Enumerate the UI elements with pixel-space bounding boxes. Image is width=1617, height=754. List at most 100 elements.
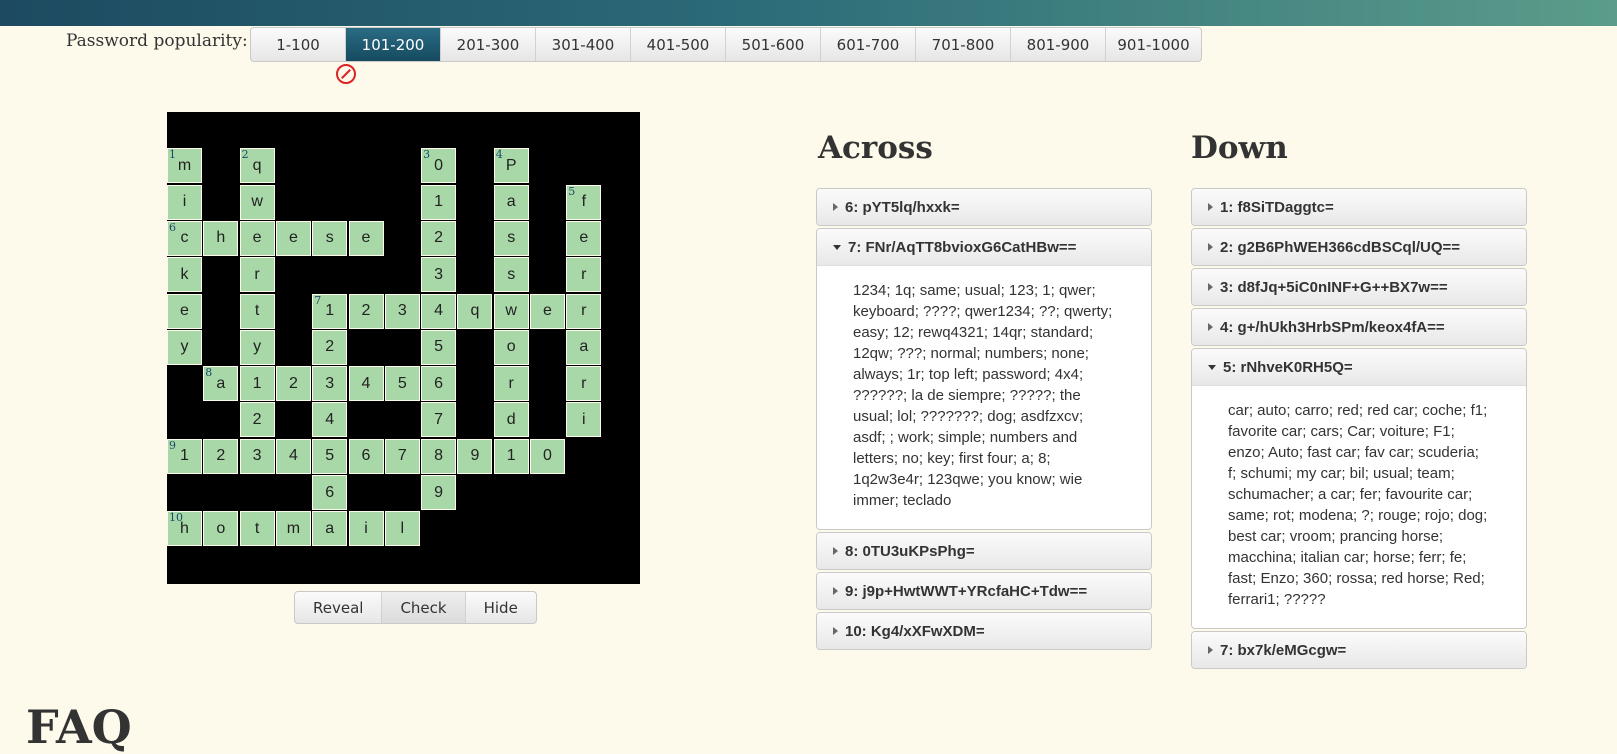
grid-cell[interactable]: 1: [493, 438, 529, 474]
popularity-tab-401-500[interactable]: 401-500: [631, 28, 726, 61]
grid-cell[interactable]: 1: [239, 366, 275, 402]
grid-cell[interactable]: o: [203, 511, 239, 547]
grid-cell[interactable]: m: [275, 511, 311, 547]
grid-cell[interactable]: 9: [421, 475, 457, 510]
hide-button[interactable]: Hide: [466, 592, 536, 623]
grid-cell[interactable]: t: [239, 511, 275, 547]
grid-cell[interactable]: i: [348, 511, 384, 547]
grid-cell[interactable]: q: [457, 293, 493, 329]
down-clue-header[interactable]: 2: g2B6PhWEH366cdBSCql/UQ==: [1192, 229, 1526, 265]
grid-cell[interactable]: e: [348, 220, 384, 256]
grid-cell[interactable]: 10 h: [167, 511, 202, 547]
grid-cell[interactable]: 8: [421, 438, 457, 474]
grid-cell[interactable]: 5: [312, 438, 348, 474]
grid-cell[interactable]: y: [239, 329, 275, 365]
down-clue-header[interactable]: 5: rNhveK0RH5Q=: [1192, 349, 1526, 385]
grid-cell[interactable]: r: [493, 366, 529, 402]
grid-cell[interactable]: a: [312, 511, 348, 547]
popularity-tab-901-1000[interactable]: 901-1000: [1106, 28, 1201, 61]
grid-cell[interactable]: 7: [421, 402, 457, 438]
grid-cell[interactable]: e: [239, 220, 275, 256]
grid-cell[interactable]: 0: [530, 438, 565, 474]
cell-letter: y: [180, 338, 189, 356]
grid-cell[interactable]: e: [530, 293, 565, 329]
popularity-tab-1-100[interactable]: 1-100: [251, 28, 346, 61]
grid-cell[interactable]: r: [566, 257, 602, 293]
grid-cell[interactable]: 5f: [566, 184, 602, 220]
grid-cell[interactable]: 2: [275, 366, 311, 402]
down-clue-header[interactable]: 1: f8SiTDaggtc=: [1192, 189, 1526, 225]
grid-cell[interactable]: s: [312, 220, 348, 256]
grid-cell[interactable]: 6: [421, 366, 457, 402]
popularity-tab-201-300[interactable]: 201-300: [441, 28, 536, 61]
grid-cell[interactable]: k: [167, 257, 202, 293]
grid-cell[interactable]: 4: [348, 366, 384, 402]
across-clue-header[interactable]: 10: Kg4/xXFwXDM=: [817, 613, 1151, 649]
grid-cell[interactable]: i: [167, 184, 202, 220]
grid-cell[interactable]: r: [239, 257, 275, 293]
grid-cell[interactable]: a: [493, 184, 529, 220]
grid-cell[interactable]: e: [566, 220, 602, 256]
grid-cell[interactable]: e: [275, 220, 311, 256]
grid-cell[interactable]: 1m: [167, 148, 202, 184]
across-clue-header[interactable]: 8: 0TU3uKPsPhg=: [817, 533, 1151, 569]
down-clue-header[interactable]: 7: bx7k/eMGcgw=: [1192, 632, 1526, 668]
grid-cell[interactable]: t: [239, 293, 275, 329]
popularity-tab-301-400[interactable]: 301-400: [536, 28, 631, 61]
popularity-tab-501-600[interactable]: 501-600: [726, 28, 821, 61]
across-clue-header[interactable]: 7: FNr/AqTT8bvioxG6CatHBw==: [817, 229, 1151, 265]
grid-cell[interactable]: y: [167, 329, 202, 365]
across-clue-header[interactable]: 6: pYT5lq/hxxk=: [817, 189, 1151, 225]
grid-cell[interactable]: l: [384, 511, 420, 547]
down-clue-header[interactable]: 4: g+/hUkh3HrbSPm/keox4fA==: [1192, 309, 1526, 345]
grid-cell[interactable]: h: [203, 220, 239, 256]
grid-cell[interactable]: 7: [384, 438, 420, 474]
grid-cell[interactable]: s: [493, 257, 529, 293]
grid-cell[interactable]: r: [566, 366, 602, 402]
grid-cell[interactable]: 3: [239, 438, 275, 474]
grid-cell[interactable]: 6: [312, 475, 348, 510]
grid-cell[interactable]: a: [566, 329, 602, 365]
grid-cell[interactable]: 91: [167, 438, 202, 474]
grid-cell[interactable]: 2: [421, 220, 457, 256]
grid-cell[interactable]: 3: [384, 293, 420, 329]
grid-cell[interactable]: i: [566, 402, 602, 438]
check-button[interactable]: Check: [382, 592, 466, 623]
grid-cell[interactable]: 9: [457, 438, 493, 474]
grid-cell[interactable]: 4: [421, 293, 457, 329]
reveal-button[interactable]: Reveal: [295, 592, 383, 623]
grid-cell[interactable]: 3: [421, 257, 457, 293]
grid-cell[interactable]: 2: [312, 329, 348, 365]
grid-cell[interactable]: 4: [275, 438, 311, 474]
grid-cell[interactable]: e: [167, 293, 202, 329]
across-clue-header[interactable]: 9: j9p+HwtWWT+YRcfaHC+Tdw==: [817, 573, 1151, 609]
grid-cell[interactable]: 2: [239, 402, 275, 438]
grid-cell[interactable]: 2: [348, 293, 384, 329]
grid-cell[interactable]: 4: [312, 402, 348, 438]
popularity-tab-801-900[interactable]: 801-900: [1011, 28, 1106, 61]
grid-cell[interactable]: 5: [384, 366, 420, 402]
grid-cell[interactable]: 30: [421, 148, 457, 184]
grid-cell[interactable]: 6: [348, 438, 384, 474]
grid-cell[interactable]: 2q: [239, 148, 275, 184]
grid-cell[interactable]: o: [493, 329, 529, 365]
grid-cell[interactable]: 6c: [167, 220, 202, 256]
grid-cell[interactable]: 1: [421, 184, 457, 220]
grid-cell[interactable]: s: [493, 220, 529, 256]
grid-cell[interactable]: r: [566, 293, 602, 329]
grid-cell[interactable]: 71: [312, 293, 348, 329]
grid-cell[interactable]: 4P: [493, 148, 529, 184]
grid-cell[interactable]: 8a: [203, 366, 239, 402]
down-clue-header[interactable]: 3: d8fJq+5iC0nINF+G++BX7w==: [1192, 269, 1526, 305]
grid-cell[interactable]: 5: [421, 329, 457, 365]
grid-cell[interactable]: 2: [203, 438, 239, 474]
cell-letter: 6: [361, 447, 371, 465]
grid-cell[interactable]: w: [239, 184, 275, 220]
grid-cell[interactable]: 3: [312, 366, 348, 402]
clue-number: 6: [169, 220, 176, 234]
popularity-tab-701-800[interactable]: 701-800: [916, 28, 1011, 61]
popularity-tab-101-200[interactable]: 101-200: [346, 28, 441, 61]
grid-cell[interactable]: d: [493, 402, 529, 438]
popularity-tab-601-700[interactable]: 601-700: [821, 28, 916, 61]
grid-cell[interactable]: w: [493, 293, 529, 329]
